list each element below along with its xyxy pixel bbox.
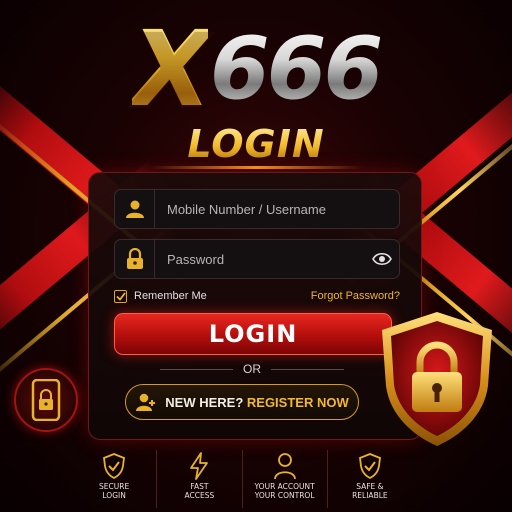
- feature-item: YOUR ACCOUNT YOUR CONTROL: [243, 450, 328, 508]
- lightning-icon: [189, 450, 209, 482]
- feature-item: FAST ACCESS: [157, 450, 243, 508]
- forgot-password-link[interactable]: Forgot Password?: [311, 290, 400, 302]
- shield-check-icon: [358, 450, 382, 482]
- feature-label: FAST ACCESS: [184, 482, 215, 500]
- remember-checkbox[interactable]: [114, 289, 127, 303]
- remember-label: Remember Me: [134, 290, 207, 302]
- feature-item: SAFE & RELIABLE: [328, 450, 412, 508]
- divider-label: OR: [243, 362, 261, 376]
- register-action: REGISTER NOW: [246, 394, 349, 410]
- divider-line: [160, 368, 233, 370]
- user-icon: [115, 190, 155, 228]
- user-icon: [273, 450, 297, 482]
- feature-list: SECURE LOGIN FAST ACCESS YOUR ACCOUNT YOUR …: [72, 450, 412, 508]
- mobile-lock-icon: [14, 368, 78, 432]
- add-user-icon: [136, 393, 156, 411]
- brand-logo: X 666: [0, 8, 512, 130]
- page-title: LOGIN: [0, 122, 512, 166]
- check-icon: [115, 291, 126, 301]
- username-input[interactable]: [155, 190, 399, 228]
- divider-line: [271, 368, 344, 370]
- lock-icon: [115, 240, 155, 278]
- shield-lock-icon: [382, 312, 492, 446]
- shield-check-icon: [102, 450, 126, 482]
- register-label: NEW HERE? REGISTER NOW: [165, 395, 348, 410]
- title-underline: [150, 166, 362, 169]
- eye-icon[interactable]: [365, 240, 399, 278]
- login-button[interactable]: LOGIN: [114, 313, 392, 355]
- password-input[interactable]: [155, 240, 365, 278]
- remember-me[interactable]: Remember Me: [114, 289, 207, 303]
- password-field[interactable]: [114, 239, 400, 279]
- register-prefix: NEW HERE?: [165, 394, 244, 410]
- register-button[interactable]: NEW HERE? REGISTER NOW: [125, 384, 359, 420]
- username-field[interactable]: [114, 189, 400, 229]
- remember-row: Remember Me Forgot Password?: [114, 288, 400, 304]
- feature-label: SECURE LOGIN: [99, 482, 130, 500]
- or-divider: OR: [160, 362, 344, 376]
- feature-label: SAFE & RELIABLE: [352, 482, 388, 500]
- feature-item: SECURE LOGIN: [72, 450, 158, 508]
- logo-letter: X: [131, 8, 212, 130]
- logo-number: 666: [209, 19, 384, 119]
- feature-label: YOUR ACCOUNT YOUR CONTROL: [254, 482, 315, 500]
